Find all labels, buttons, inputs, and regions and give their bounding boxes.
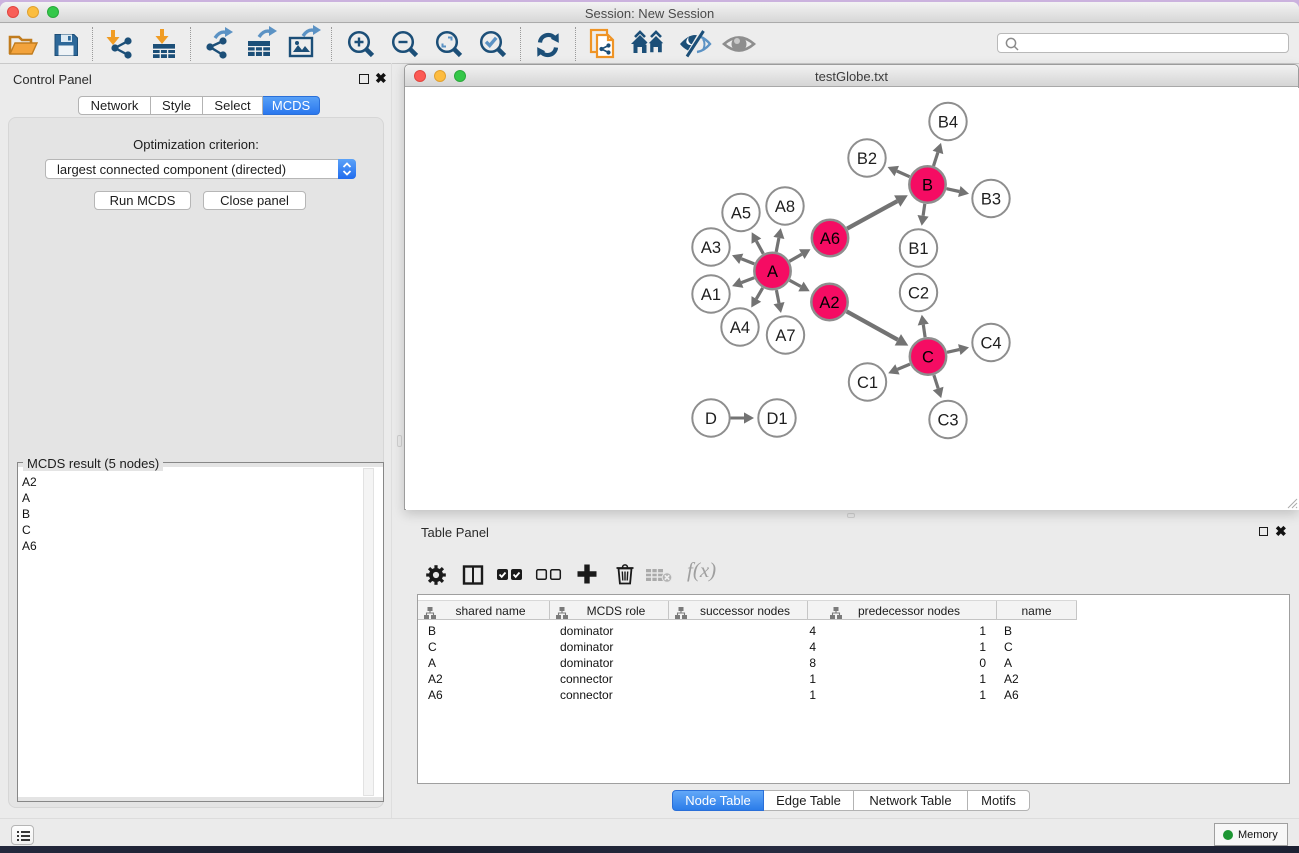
svg-text:B4: B4 xyxy=(938,113,958,131)
svg-text:C: C xyxy=(922,348,934,366)
svg-text:B3: B3 xyxy=(981,190,1001,208)
svg-text:D: D xyxy=(705,410,717,428)
svg-text:A1: A1 xyxy=(701,286,721,304)
svg-text:C2: C2 xyxy=(908,284,929,302)
svg-text:A3: A3 xyxy=(701,239,721,257)
svg-text:A2: A2 xyxy=(819,294,839,312)
svg-text:B2: B2 xyxy=(857,150,877,168)
svg-text:D1: D1 xyxy=(766,410,787,428)
svg-text:A: A xyxy=(767,263,778,281)
svg-text:C1: C1 xyxy=(857,374,878,392)
svg-text:C4: C4 xyxy=(980,334,1001,352)
svg-text:A5: A5 xyxy=(731,204,751,222)
svg-text:C3: C3 xyxy=(937,411,958,429)
svg-text:A6: A6 xyxy=(820,230,840,248)
svg-text:B1: B1 xyxy=(908,240,928,258)
svg-text:A8: A8 xyxy=(775,198,795,216)
svg-text:A4: A4 xyxy=(730,319,750,337)
svg-text:B: B xyxy=(922,176,933,194)
svg-text:A7: A7 xyxy=(775,327,795,345)
